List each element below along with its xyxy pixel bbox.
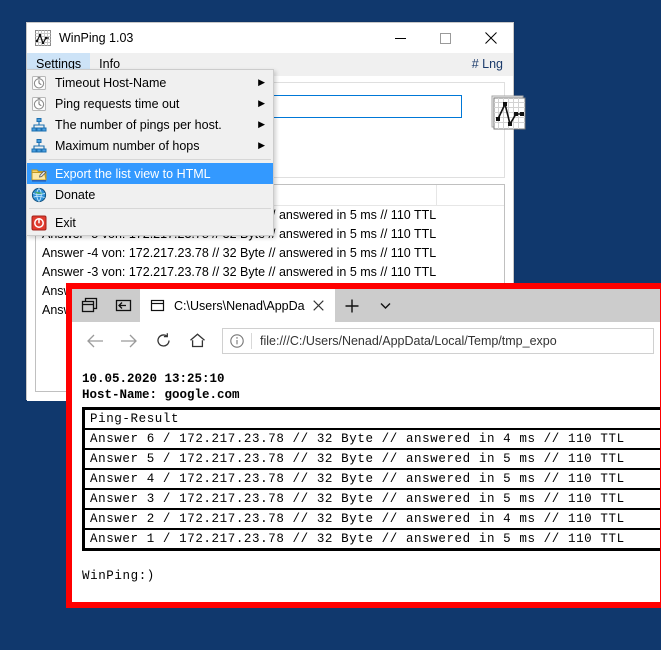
menu-item-label: Donate	[55, 188, 273, 202]
network-nodes-icon	[31, 117, 47, 133]
folder-export-icon	[31, 166, 47, 182]
stopwatch-icon	[31, 75, 47, 91]
close-button[interactable]	[468, 23, 513, 53]
ping-table-row-cell: Answer 6 / 172.217.23.78 // 32 Byte // a…	[84, 429, 660, 449]
menu-item-the-number-of-pings-per-host[interactable]: The number of pings per host.▶	[27, 114, 273, 135]
page-footer: WinPing:)	[82, 569, 660, 583]
ping-table-header-row: Ping-Result	[84, 409, 660, 429]
exit-stop-icon	[31, 215, 47, 231]
arrow-left-icon[interactable]	[78, 326, 112, 356]
ping-table-row: Answer 4 / 172.217.23.78 // 32 Byte // a…	[84, 469, 660, 489]
edge-toolbar: file:///C:/Users/Nenad/AppData/Local/Tem…	[72, 322, 660, 359]
menu-separator	[29, 159, 271, 160]
listview-row[interactable]: Answer -4 von: 172.217.23.78 // 32 Byte …	[36, 244, 504, 263]
info-circle-icon[interactable]	[223, 329, 251, 353]
ping-table-row-cell: Answer 4 / 172.217.23.78 // 32 Byte // a…	[84, 469, 660, 489]
language-button[interactable]: # Lng	[472, 53, 513, 75]
ping-table-row: Answer 3 / 172.217.23.78 // 32 Byte // a…	[84, 489, 660, 509]
edge-browser-window: C:\Users\Nenad\AppDa	[66, 283, 661, 608]
set-aside-tabs-icon[interactable]	[106, 289, 140, 322]
ping-table-row-cell: Answer 2 / 172.217.23.78 // 32 Byte // a…	[84, 509, 660, 529]
maximize-button[interactable]	[423, 23, 468, 53]
address-bar[interactable]: file:///C:/Users/Nenad/AppData/Local/Tem…	[222, 328, 654, 354]
ping-table-row: Answer 5 / 172.217.23.78 // 32 Byte // a…	[84, 449, 660, 469]
menu-item-label: The number of pings per host.	[55, 118, 258, 132]
chart-button[interactable]	[489, 93, 529, 133]
menu-separator	[29, 208, 271, 209]
ping-table-row: Answer 1 / 172.217.23.78 // 32 Byte // a…	[84, 529, 660, 549]
edge-tabstrip: C:\Users\Nenad\AppDa	[72, 289, 660, 322]
stopwatch-icon	[31, 96, 47, 112]
globe-icon	[31, 187, 47, 203]
listview-row[interactable]: Answer -3 von: 172.217.23.78 // 32 Byte …	[36, 263, 504, 282]
menu-item-label: Export the list view to HTML	[55, 167, 273, 181]
ping-table-row-cell: Answer 3 / 172.217.23.78 // 32 Byte // a…	[84, 489, 660, 509]
page-icon	[150, 298, 166, 314]
browser-tab-title: C:\Users\Nenad\AppDa	[174, 299, 305, 313]
plus-icon[interactable]	[335, 289, 369, 322]
winping-titlebar[interactable]: WinPing 1.03	[27, 23, 513, 53]
home-icon[interactable]	[180, 326, 214, 356]
menu-item-label: Exit	[55, 216, 273, 230]
listview-column-2[interactable]	[437, 185, 504, 205]
ping-table-row: Answer 6 / 172.217.23.78 // 32 Byte // a…	[84, 429, 660, 449]
arrow-right-icon[interactable]	[112, 326, 146, 356]
ping-table-header-row-cell: Ping-Result	[84, 409, 660, 429]
submenu-arrow-icon: ▶	[258, 99, 265, 108]
ping-table-row-cell: Answer 5 / 172.217.23.78 // 32 Byte // a…	[84, 449, 660, 469]
language-button-label: # Lng	[472, 57, 503, 71]
menu-item-exit[interactable]: Exit	[27, 212, 273, 233]
close-icon[interactable]	[309, 296, 329, 316]
menu-item-ping-requests-time-out[interactable]: Ping requests time out▶	[27, 93, 273, 114]
network-nodes-icon	[31, 138, 47, 154]
page-content: 10.05.2020 13:25:10 Host-Name: google.co…	[72, 359, 660, 602]
chart-grid-icon	[35, 30, 51, 46]
submenu-arrow-icon: ▶	[258, 78, 265, 87]
browser-tab[interactable]: C:\Users\Nenad\AppDa	[140, 289, 335, 322]
menu-item-label: Maximum number of hops	[55, 139, 258, 153]
page-datetime: 10.05.2020 13:25:10	[82, 371, 660, 387]
settings-dropdown-menu[interactable]: Timeout Host-Name▶Ping requests time out…	[26, 69, 274, 236]
chevron-down-icon[interactable]	[369, 289, 403, 322]
submenu-arrow-icon: ▶	[258, 120, 265, 129]
menu-item-timeout-host-name[interactable]: Timeout Host-Name▶	[27, 72, 273, 93]
winping-title-text: WinPing 1.03	[59, 31, 378, 45]
ping-result-table: Ping-ResultAnswer 6 / 172.217.23.78 // 3…	[82, 407, 660, 551]
tab-preview-icon[interactable]	[72, 289, 106, 322]
menu-item-maximum-number-of-hops[interactable]: Maximum number of hops▶	[27, 135, 273, 156]
menu-item-label: Ping requests time out	[55, 97, 258, 111]
menu-item-export-the-list-view-to-html[interactable]: Export the list view to HTML	[27, 163, 273, 184]
submenu-arrow-icon: ▶	[258, 141, 265, 150]
ping-table-row: Answer 2 / 172.217.23.78 // 32 Byte // a…	[84, 509, 660, 529]
ping-table-row-cell: Answer 1 / 172.217.23.78 // 32 Byte // a…	[84, 529, 660, 549]
address-bar-url[interactable]: file:///C:/Users/Nenad/AppData/Local/Tem…	[252, 334, 653, 348]
menu-item-label: Timeout Host-Name	[55, 76, 258, 90]
refresh-icon[interactable]	[146, 326, 180, 356]
page-hostname: Host-Name: google.com	[82, 387, 660, 403]
minimize-button[interactable]	[378, 23, 423, 53]
menu-item-donate[interactable]: Donate	[27, 184, 273, 205]
